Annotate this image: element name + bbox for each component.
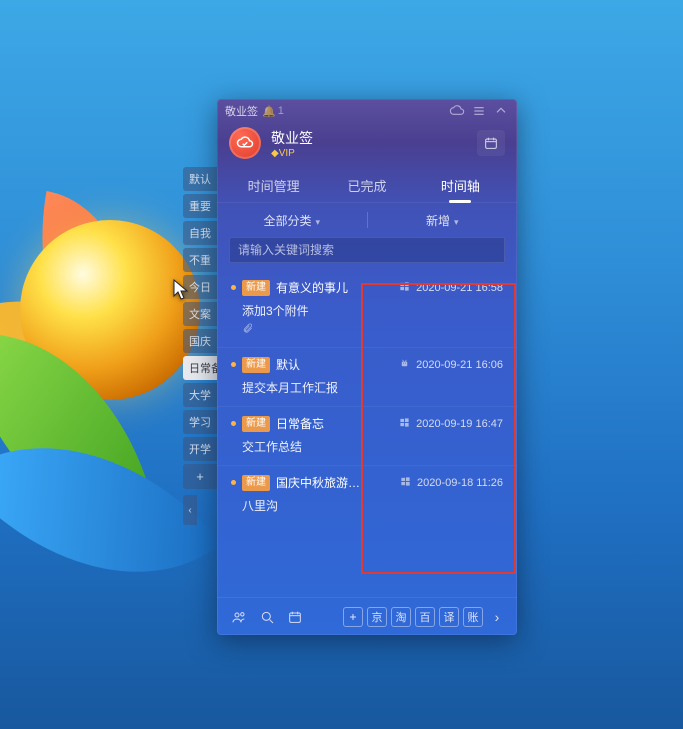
sidebar-collapse-toggle[interactable]: ‹ bbox=[183, 495, 197, 525]
vip-badge: ◆VIP bbox=[271, 148, 313, 159]
search-box[interactable] bbox=[229, 237, 505, 263]
contacts-icon[interactable] bbox=[227, 605, 251, 629]
new-badge: 新建 bbox=[242, 416, 270, 432]
main-tab[interactable]: 时间轴 bbox=[414, 176, 507, 195]
item-datetime: 2020-09-19 16:47 bbox=[416, 418, 503, 430]
footer-square-button[interactable]: 京 bbox=[367, 607, 387, 627]
item-datetime: 2020-09-21 16:06 bbox=[416, 359, 503, 371]
windows-icon bbox=[399, 281, 416, 295]
footer-square-button[interactable]: 百 bbox=[415, 607, 435, 627]
item-content: 提交本月工作汇报 bbox=[242, 379, 503, 396]
add-square-button[interactable] bbox=[343, 607, 363, 627]
footer-bar: 京淘百译账 › bbox=[217, 597, 517, 635]
search-input[interactable] bbox=[238, 243, 496, 257]
item-title: 默认 bbox=[276, 356, 300, 373]
item-dot-icon bbox=[231, 285, 236, 290]
item-content: 八里沟 bbox=[242, 497, 503, 514]
header: 敬业签 ◆VIP bbox=[217, 123, 517, 169]
mouse-cursor bbox=[173, 279, 189, 301]
header-title: 敬业签 bbox=[271, 128, 313, 148]
new-badge: 新建 bbox=[242, 357, 270, 373]
calendar-footer-icon[interactable] bbox=[283, 605, 307, 629]
item-dot-icon bbox=[231, 362, 236, 367]
timeline-item[interactable]: 新建国庆中秋旅游… 2020-09-18 11:26 八里沟 bbox=[217, 465, 517, 524]
item-title: 国庆中秋旅游… bbox=[276, 474, 360, 491]
item-content: 交工作总结 bbox=[242, 438, 503, 455]
item-dot-icon bbox=[231, 480, 236, 485]
cloud-sync-icon[interactable] bbox=[449, 103, 465, 119]
notification-icon[interactable]: 🔔 bbox=[262, 105, 276, 118]
footer-square-button[interactable]: 淘 bbox=[391, 607, 411, 627]
search-icon[interactable] bbox=[255, 605, 279, 629]
category-dropdown[interactable]: 全部分类▾ bbox=[217, 212, 367, 229]
item-datetime: 2020-09-18 11:26 bbox=[417, 477, 503, 489]
new-badge: 新建 bbox=[242, 475, 270, 491]
item-title: 日常备忘 bbox=[276, 415, 324, 432]
windows-icon bbox=[400, 476, 417, 490]
main-tab[interactable]: 时间管理 bbox=[227, 176, 320, 195]
item-title: 有意义的事儿 bbox=[276, 279, 348, 296]
footer-square-button[interactable]: 账 bbox=[463, 607, 483, 627]
app-logo[interactable] bbox=[229, 127, 261, 159]
timeline-list: 新建有意义的事儿2020-09-21 16:58添加3个附件新建默认2020-0… bbox=[217, 269, 517, 597]
menu-icon[interactable] bbox=[471, 103, 487, 119]
item-datetime: 2020-09-21 16:58 bbox=[416, 282, 503, 294]
add-dropdown[interactable]: 新增▾ bbox=[368, 212, 518, 229]
attachment-icon bbox=[242, 323, 503, 337]
timeline-item[interactable]: 新建日常备忘 2020-09-19 16:47 交工作总结 bbox=[217, 406, 517, 465]
timeline-item[interactable]: 新建有意义的事儿 2020-09-21 16:58 添加3个附件 bbox=[217, 271, 517, 347]
timeline-item[interactable]: 新建默认 2020-09-21 16:06 提交本月工作汇报 bbox=[217, 347, 517, 406]
item-dot-icon bbox=[231, 421, 236, 426]
android-icon bbox=[399, 358, 416, 372]
footer-more-icon[interactable]: › bbox=[487, 607, 507, 627]
notification-count: 1 bbox=[278, 105, 284, 117]
calendar-button[interactable] bbox=[477, 130, 505, 156]
main-tabs: 时间管理已完成时间轴 bbox=[217, 169, 517, 203]
titlebar-app-name: 敬业签 bbox=[225, 103, 258, 119]
collapse-icon[interactable] bbox=[493, 103, 509, 119]
main-tab[interactable]: 已完成 bbox=[320, 176, 413, 195]
windows-icon bbox=[399, 417, 416, 431]
app-window: 敬业签 🔔 1 敬业签 ◆VIP 时间管理已完成时间轴 全部分类▾ bbox=[217, 99, 517, 635]
item-content: 添加3个附件 bbox=[242, 302, 503, 319]
new-badge: 新建 bbox=[242, 280, 270, 296]
filter-toolbar: 全部分类▾ 新增▾ bbox=[217, 203, 517, 237]
sidebar-add-button[interactable]: + bbox=[183, 464, 217, 489]
titlebar: 敬业签 🔔 1 bbox=[217, 99, 517, 123]
footer-square-button[interactable]: 译 bbox=[439, 607, 459, 627]
